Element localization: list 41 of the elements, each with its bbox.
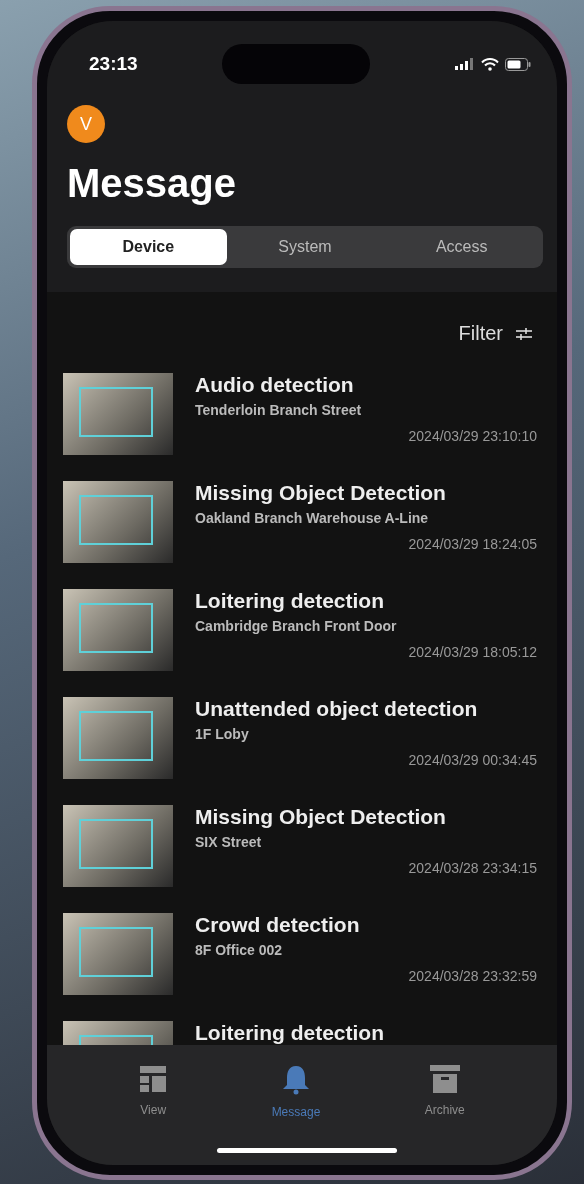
wifi-icon [481,57,499,71]
message-location: Oakland Branch Warehouse A-Line [195,510,430,526]
message-title: Audio detection [195,373,355,397]
page-title: Message [67,161,237,206]
photo-placeholder[interactable] [63,913,173,995]
message-location: 8F Office 002 [195,942,284,958]
tab[interactable]: System [226,229,384,265]
message-time: 2024/03/29 23:10:10 [408,428,537,444]
sliders-icon [515,326,533,341]
filter-button[interactable]: Filter [458,322,533,345]
status-time: 23:13 [89,53,138,75]
message-location: Tenderloin Branch Street [195,402,363,418]
signal-icon [455,58,475,70]
tab[interactable]: Access [383,229,540,265]
message-time: 2024/03/28 23:32:59 [408,968,537,984]
layout-icon [139,1065,168,1093]
message-location: Cambridge Branch Front Door [195,618,398,634]
bell-icon [281,1065,310,1095]
message-location: SIX Street [195,834,263,850]
nav-item[interactable]: View [129,1055,178,1135]
battery-icon [505,57,531,71]
photo-placeholder[interactable] [63,805,173,887]
message-time: 2024/03/29 18:05:12 [408,644,537,660]
tab[interactable]: Device [70,229,227,265]
message-location: 1F Loby [195,726,250,742]
message-title: Missing Object Detection [195,805,447,829]
photo-placeholder[interactable] [63,481,173,563]
message-title: Unattended object detection [195,697,479,721]
message-title: Loitering detection [195,1021,385,1045]
message-title: Loitering detection [195,589,385,613]
message-title: Crowd detection [195,913,361,937]
message-time: 2024/03/29 18:24:05 [408,536,537,552]
nav-item[interactable]: Message [261,1055,331,1135]
message-title: Missing Object Detection [195,481,447,505]
archive-box-icon [429,1065,460,1093]
nav-item[interactable]: Archive [414,1055,475,1135]
photo-placeholder[interactable] [63,697,173,779]
message-time: 2024/03/28 23:34:15 [408,860,537,876]
message-time: 2024/03/29 00:34:45 [408,752,537,768]
photo-placeholder[interactable] [63,373,173,455]
photo-placeholder[interactable] [63,589,173,671]
